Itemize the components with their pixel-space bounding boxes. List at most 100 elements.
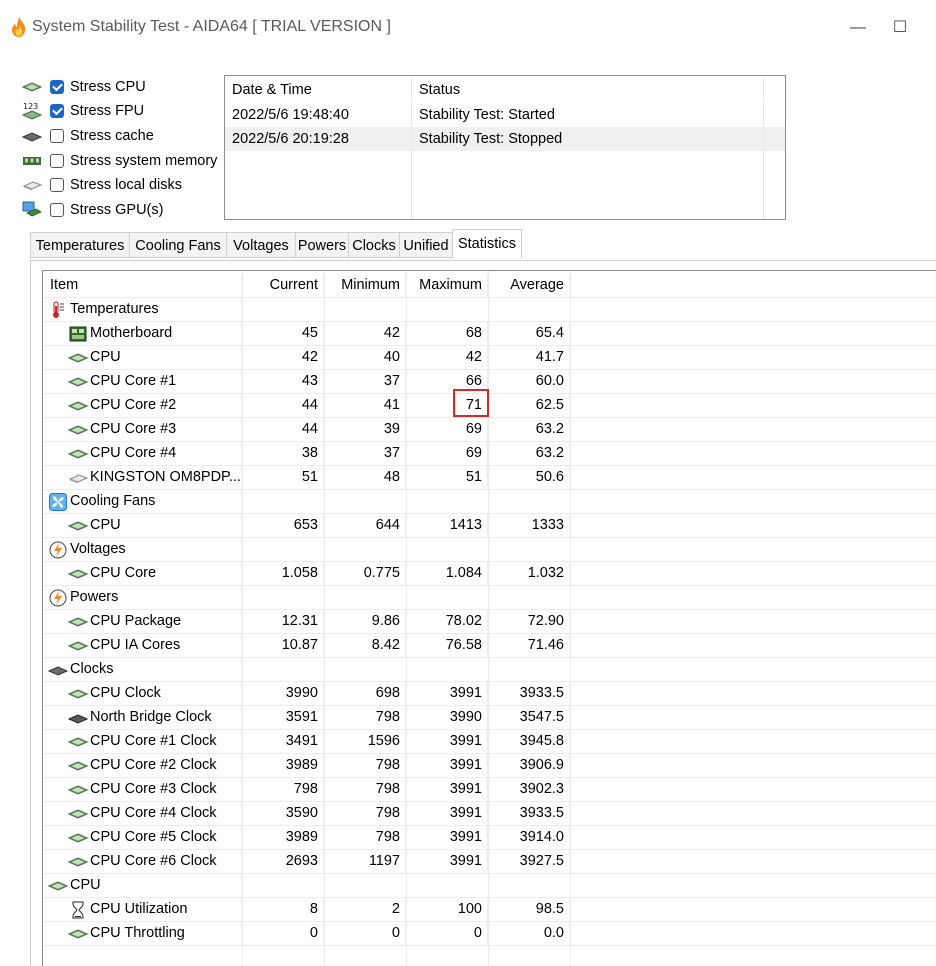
tab-clocks[interactable]: Clocks [348,232,400,258]
stress-option-label: Stress system memory [70,153,218,169]
stats-current: 3989 [242,826,324,849]
table-row[interactable]: Motherboard 45 42 68 65.4 [43,322,936,346]
stats-item: Powers [43,586,242,609]
stats-header-row: Item Current Minimum Maximum Average [43,274,936,298]
stats-item-label: CPU IA Cores [90,637,181,653]
tab-temperatures[interactable]: Temperatures [30,232,130,258]
table-row[interactable]: CPU Throttling 0 0 0 0.0 [43,922,936,946]
stress-checkbox[interactable] [50,154,64,168]
stats-header-current[interactable]: Current [242,274,324,297]
table-row[interactable]: CPU Core 1.058 0.775 1.084 1.032 [43,562,936,586]
log-header-status[interactable]: Status [412,78,764,102]
stats-maximum: 3991 [406,778,488,801]
stats-maximum: 51 [406,466,488,489]
tab-cooling-fans[interactable]: Cooling Fans [129,232,227,258]
stats-item-label: KINGSTON OM8PDP... [90,469,241,485]
table-row[interactable]: CPU IA Cores 10.87 8.42 76.58 71.46 [43,634,936,658]
table-row[interactable]: CPU Core #5 Clock 3989 798 3991 3914.0 [43,826,936,850]
stats-minimum: 2 [324,898,406,921]
table-row[interactable]: CPU Core #6 Clock 2693 1197 3991 3927.5 [43,850,936,874]
stats-group-row[interactable]: Temperatures [43,298,936,322]
stats-maximum: 0 [406,922,488,945]
stats-current: 0 [242,922,324,945]
stats-minimum: 0.775 [324,562,406,585]
stress-option-row[interactable]: Stress cache [20,125,154,147]
stats-header-item[interactable]: Item [43,274,242,297]
table-row[interactable]: CPU Package 12.31 9.86 78.02 72.90 [43,610,936,634]
stats-average: 71.46 [488,634,570,657]
tab-voltages[interactable]: Voltages [226,232,296,258]
stats-group-row[interactable]: Powers [43,586,936,610]
stats-maximum: 68 [406,322,488,345]
stats-item: Temperatures [43,298,242,321]
cache-icon [20,127,44,145]
table-row[interactable]: CPU Core #1 Clock 3491 1596 3991 3945.8 [43,730,936,754]
stats-group-row[interactable]: CPU [43,874,936,898]
table-row[interactable]: North Bridge Clock 3591 798 3990 3547.5 [43,706,936,730]
hourglass-icon [68,901,88,918]
stats-minimum: 48 [324,466,406,489]
stats-current: 798 [242,778,324,801]
stress-option-row[interactable]: Stress CPU [20,76,146,98]
stress-option-row[interactable]: Stress local disks [20,174,182,196]
stats-item-label: Temperatures [70,301,159,317]
cpu-chip-icon [48,878,68,894]
log-row[interactable]: 2022/5/6 20:19:28 Stability Test: Stoppe… [225,127,785,151]
window-title: System Stability Test - AIDA64 [ TRIAL V… [32,18,391,35]
stress-option-row[interactable]: Stress GPU(s) [20,199,163,221]
title-bar: System Stability Test - AIDA64 [ TRIAL V… [0,0,936,56]
stats-minimum: 39 [324,418,406,441]
stats-minimum: 37 [324,370,406,393]
stress-checkbox[interactable] [50,104,64,118]
table-row[interactable]: CPU Core #3 44 39 69 63.2 [43,418,936,442]
table-row[interactable]: CPU Clock 3990 698 3991 3933.5 [43,682,936,706]
table-row[interactable]: CPU Core #2 44 41 71 62.5 [43,394,936,418]
minimize-button[interactable]: — [844,14,872,42]
table-row[interactable]: KINGSTON OM8PDP... 51 48 51 50.6 [43,466,936,490]
stats-minimum: 798 [324,826,406,849]
stats-average: 3927.5 [488,850,570,873]
log-status: Stability Test: Stopped [412,127,764,151]
stats-average: 1.032 [488,562,570,585]
stress-checkbox[interactable] [50,178,64,192]
table-row[interactable]: CPU Core #2 Clock 3989 798 3991 3906.9 [43,754,936,778]
tab-powers[interactable]: Powers [295,232,349,258]
table-row[interactable]: CPU Utilization 8 2 100 98.5 [43,898,936,922]
stress-checkbox[interactable] [50,129,64,143]
stats-header-minimum[interactable]: Minimum [324,274,406,297]
stats-average: 3914.0 [488,826,570,849]
stats-item: CPU Core #6 Clock [43,850,242,873]
stress-option-row[interactable]: Stress system memory [20,150,217,172]
table-row[interactable]: CPU 42 40 42 41.7 [43,346,936,370]
stats-maximum: 76.58 [406,634,488,657]
table-row[interactable]: CPU Core #4 38 37 69 63.2 [43,442,936,466]
gpu-icon [20,201,44,219]
table-row[interactable]: CPU Core #3 Clock 798 798 3991 3902.3 [43,778,936,802]
stress-checkbox[interactable] [50,80,64,94]
stats-group-row[interactable]: Cooling Fans [43,490,936,514]
table-row[interactable]: CPU 653 644 1413 1333 [43,514,936,538]
stats-header-maximum[interactable]: Maximum [406,274,488,297]
stats-minimum: 1197 [324,850,406,873]
maximize-button[interactable]: ☐ [886,14,914,42]
stats-header-average[interactable]: Average [488,274,570,297]
log-header-datetime[interactable]: Date & Time [225,78,412,102]
tab-unified[interactable]: Unified [399,232,453,258]
log-header-row: Date & Time Status [225,78,785,102]
cpu-chip-icon [68,350,88,366]
stats-item-label: Cooling Fans [70,493,156,509]
aida64-flame-icon [8,16,30,38]
stats-minimum: 40 [324,346,406,369]
stats-item-label: CPU [90,349,121,365]
log-row[interactable]: 2022/5/6 19:48:40 Stability Test: Starte… [225,103,785,127]
stats-group-row[interactable]: Voltages [43,538,936,562]
stats-minimum: 644 [324,514,406,537]
stress-checkbox[interactable] [50,203,64,217]
stats-group-row[interactable]: Clocks [43,658,936,682]
stats-item-label: North Bridge Clock [90,709,212,725]
tab-statistics[interactable]: Statistics [452,229,522,259]
stats-item: CPU Core #3 Clock [43,778,242,801]
table-row[interactable]: CPU Core #1 43 37 66 60.0 [43,370,936,394]
stress-option-row[interactable]: 123 Stress FPU [20,100,144,122]
table-row[interactable]: CPU Core #4 Clock 3590 798 3991 3933.5 [43,802,936,826]
